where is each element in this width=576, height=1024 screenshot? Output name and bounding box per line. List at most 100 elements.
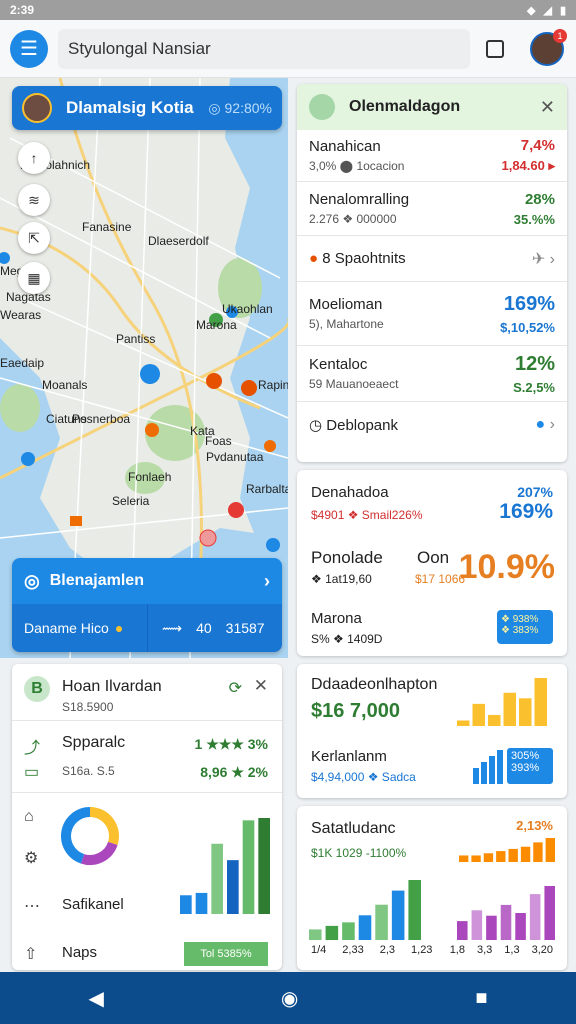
item-title: Nanahican [309, 138, 381, 155]
settings-icon: ⚙ [24, 850, 39, 867]
chevron-right-icon[interactable]: ● › [536, 416, 555, 434]
system-nav-bar: ◀ ◉ ■ [0, 972, 576, 1024]
list-item[interactable]: ● 8 Spaohtnits ✈ › [297, 236, 567, 282]
bar [545, 838, 555, 862]
notification-badge: 1 [553, 28, 567, 43]
stats-title-3: Marona [311, 610, 362, 627]
bar [471, 855, 481, 862]
bar [486, 915, 497, 940]
item-value: 12% [514, 352, 555, 375]
profile-icon: B [24, 676, 50, 702]
donut-slice [61, 807, 91, 864]
location-name: Dlamalsig Kotia [66, 98, 194, 117]
navigation-num: 40 [196, 620, 212, 636]
close-icon[interactable]: ✕ [254, 676, 268, 696]
trend-title: Ddaadeonlhapton [311, 676, 438, 693]
drop-icon: ● [114, 620, 124, 636]
compass-button[interactable]: ↑ [18, 142, 50, 174]
list-item[interactable]: Moelioman 5), Mahartone 169% $,10,52% [297, 282, 567, 346]
trend-title-2: Kerlanlanm [311, 748, 387, 765]
x-tick: 3,20 [531, 944, 553, 956]
map-label: Pvdanutaa [206, 450, 264, 464]
map-label: Rarbalta [246, 482, 288, 496]
trend-card: Ddaadeonlhapton $16 7,000 Kerlanlanm $4,… [297, 664, 567, 798]
x-tick: 1,8 [449, 944, 465, 956]
trend-value: $16 7,000 [311, 700, 400, 722]
navigation-card[interactable]: ◎ Blenajamlen › Daname Hico ● ⟿ 40 31587 [12, 558, 282, 652]
map-label: Seleria [112, 494, 150, 508]
map-label: Rapinetel [258, 378, 288, 392]
list-item[interactable]: ◷ Deblopank ● › [297, 402, 567, 448]
location-card[interactable]: Dlamalsig Kotia ◎ 92:80% [12, 86, 282, 130]
more-icon: ⋯ [24, 898, 40, 915]
item-title: Moelioman [309, 296, 383, 313]
route-icon: ⟿ [162, 619, 183, 636]
map-label: Ciatuns [46, 412, 87, 426]
trend-bar-chart [457, 678, 547, 726]
list-item[interactable]: Nenalomralling 2.276 ❖ 000000 28% 35.%% [297, 182, 567, 236]
menu-icon: ☰ [20, 38, 38, 60]
bar [515, 913, 526, 940]
bar [242, 820, 255, 914]
list-item[interactable]: Nanahican 3,0% ⬤ 1ocacion 7,4% 1,84.60 ▸ [297, 130, 567, 182]
refresh-icon[interactable]: ⟳ [229, 678, 242, 698]
bar [508, 848, 518, 862]
chevron-right-icon[interactable]: ✈ › [532, 249, 555, 269]
profile-badge[interactable]: Tol 5385% [184, 942, 268, 966]
badge-line: 305% [511, 750, 540, 762]
menu-button[interactable]: ☰ [10, 29, 48, 68]
bar [519, 698, 532, 726]
profile-row-2: Safikanel [62, 896, 124, 913]
x-tick: 1/4 [311, 944, 327, 956]
bar [500, 904, 512, 940]
analytics-sub: $1K 1029 -1100% [311, 846, 407, 860]
summary-title: Olenmaldagon [349, 98, 461, 115]
stats-sub-2: ❖ 1at19,60 [311, 572, 372, 586]
lock-icon: ⇧ [24, 946, 38, 963]
bar [211, 843, 223, 914]
home-icon: ⌂ [24, 808, 34, 825]
grid-button[interactable]: ▦ [18, 262, 50, 294]
clock-icon: ◷ [309, 417, 323, 434]
status-time: 2:39 [10, 3, 35, 17]
profile-avatar[interactable]: 1 [530, 28, 567, 66]
target-icon: ◎ [24, 570, 40, 591]
home-button-icon[interactable]: ◉ [281, 986, 298, 1011]
profile-row-rating: 1 ★★★ 3% [194, 736, 268, 752]
navigation-val: 31587 [225, 620, 265, 636]
bar [488, 714, 501, 726]
item-title: Nenalomralling [309, 191, 410, 208]
bar [375, 904, 388, 940]
recents-icon[interactable]: ■ [475, 987, 487, 1010]
profile-icon [309, 94, 335, 120]
trend-badge[interactable]: 305% 393% [507, 748, 553, 784]
map-label: Eaedaip [0, 356, 45, 370]
back-icon[interactable]: ◀ [89, 986, 104, 1011]
chevron-right-icon[interactable]: › [264, 571, 270, 592]
bar [533, 842, 543, 862]
share-button[interactable]: ⇱ [18, 222, 50, 254]
item-value: 7,4% [520, 137, 555, 154]
stats-badge[interactable]: ❖ 938% ❖ 383% [497, 610, 553, 644]
bar [391, 890, 405, 940]
analytics-title: Satatludanc [311, 820, 396, 837]
trend-mini-bars [473, 748, 507, 784]
stats-sub: $4901 ❖ Smail226% [311, 508, 423, 522]
summary-card: Olenmaldagon ✕ Nanahican 3,0% ⬤ 1ocacion … [297, 84, 567, 462]
item-title: Kentaloc [309, 356, 368, 373]
search-bar[interactable]: Styulongal Nansiar [58, 28, 470, 69]
badge-icon: ● [309, 250, 319, 267]
map-label: Marona [196, 318, 237, 332]
close-icon[interactable]: ✕ [540, 97, 555, 118]
chart-icon: ⤴ [24, 740, 41, 757]
navigation-header[interactable]: ◎ Blenajamlen › [12, 558, 282, 604]
tabs-button[interactable] [486, 39, 504, 58]
layers-icon: ≋ [28, 191, 40, 208]
bar [195, 892, 208, 914]
layers-button[interactable]: ≋ [18, 184, 50, 216]
profile-sub: S18.5900 [62, 700, 114, 714]
item-value: 169% [503, 292, 555, 315]
item-title-text: Deblopank [326, 417, 398, 434]
stats-mid-2: $17 1066 [415, 572, 466, 586]
list-item[interactable]: Kentaloc 59 Mauanoeaect 12% S.2,5% [297, 346, 567, 402]
